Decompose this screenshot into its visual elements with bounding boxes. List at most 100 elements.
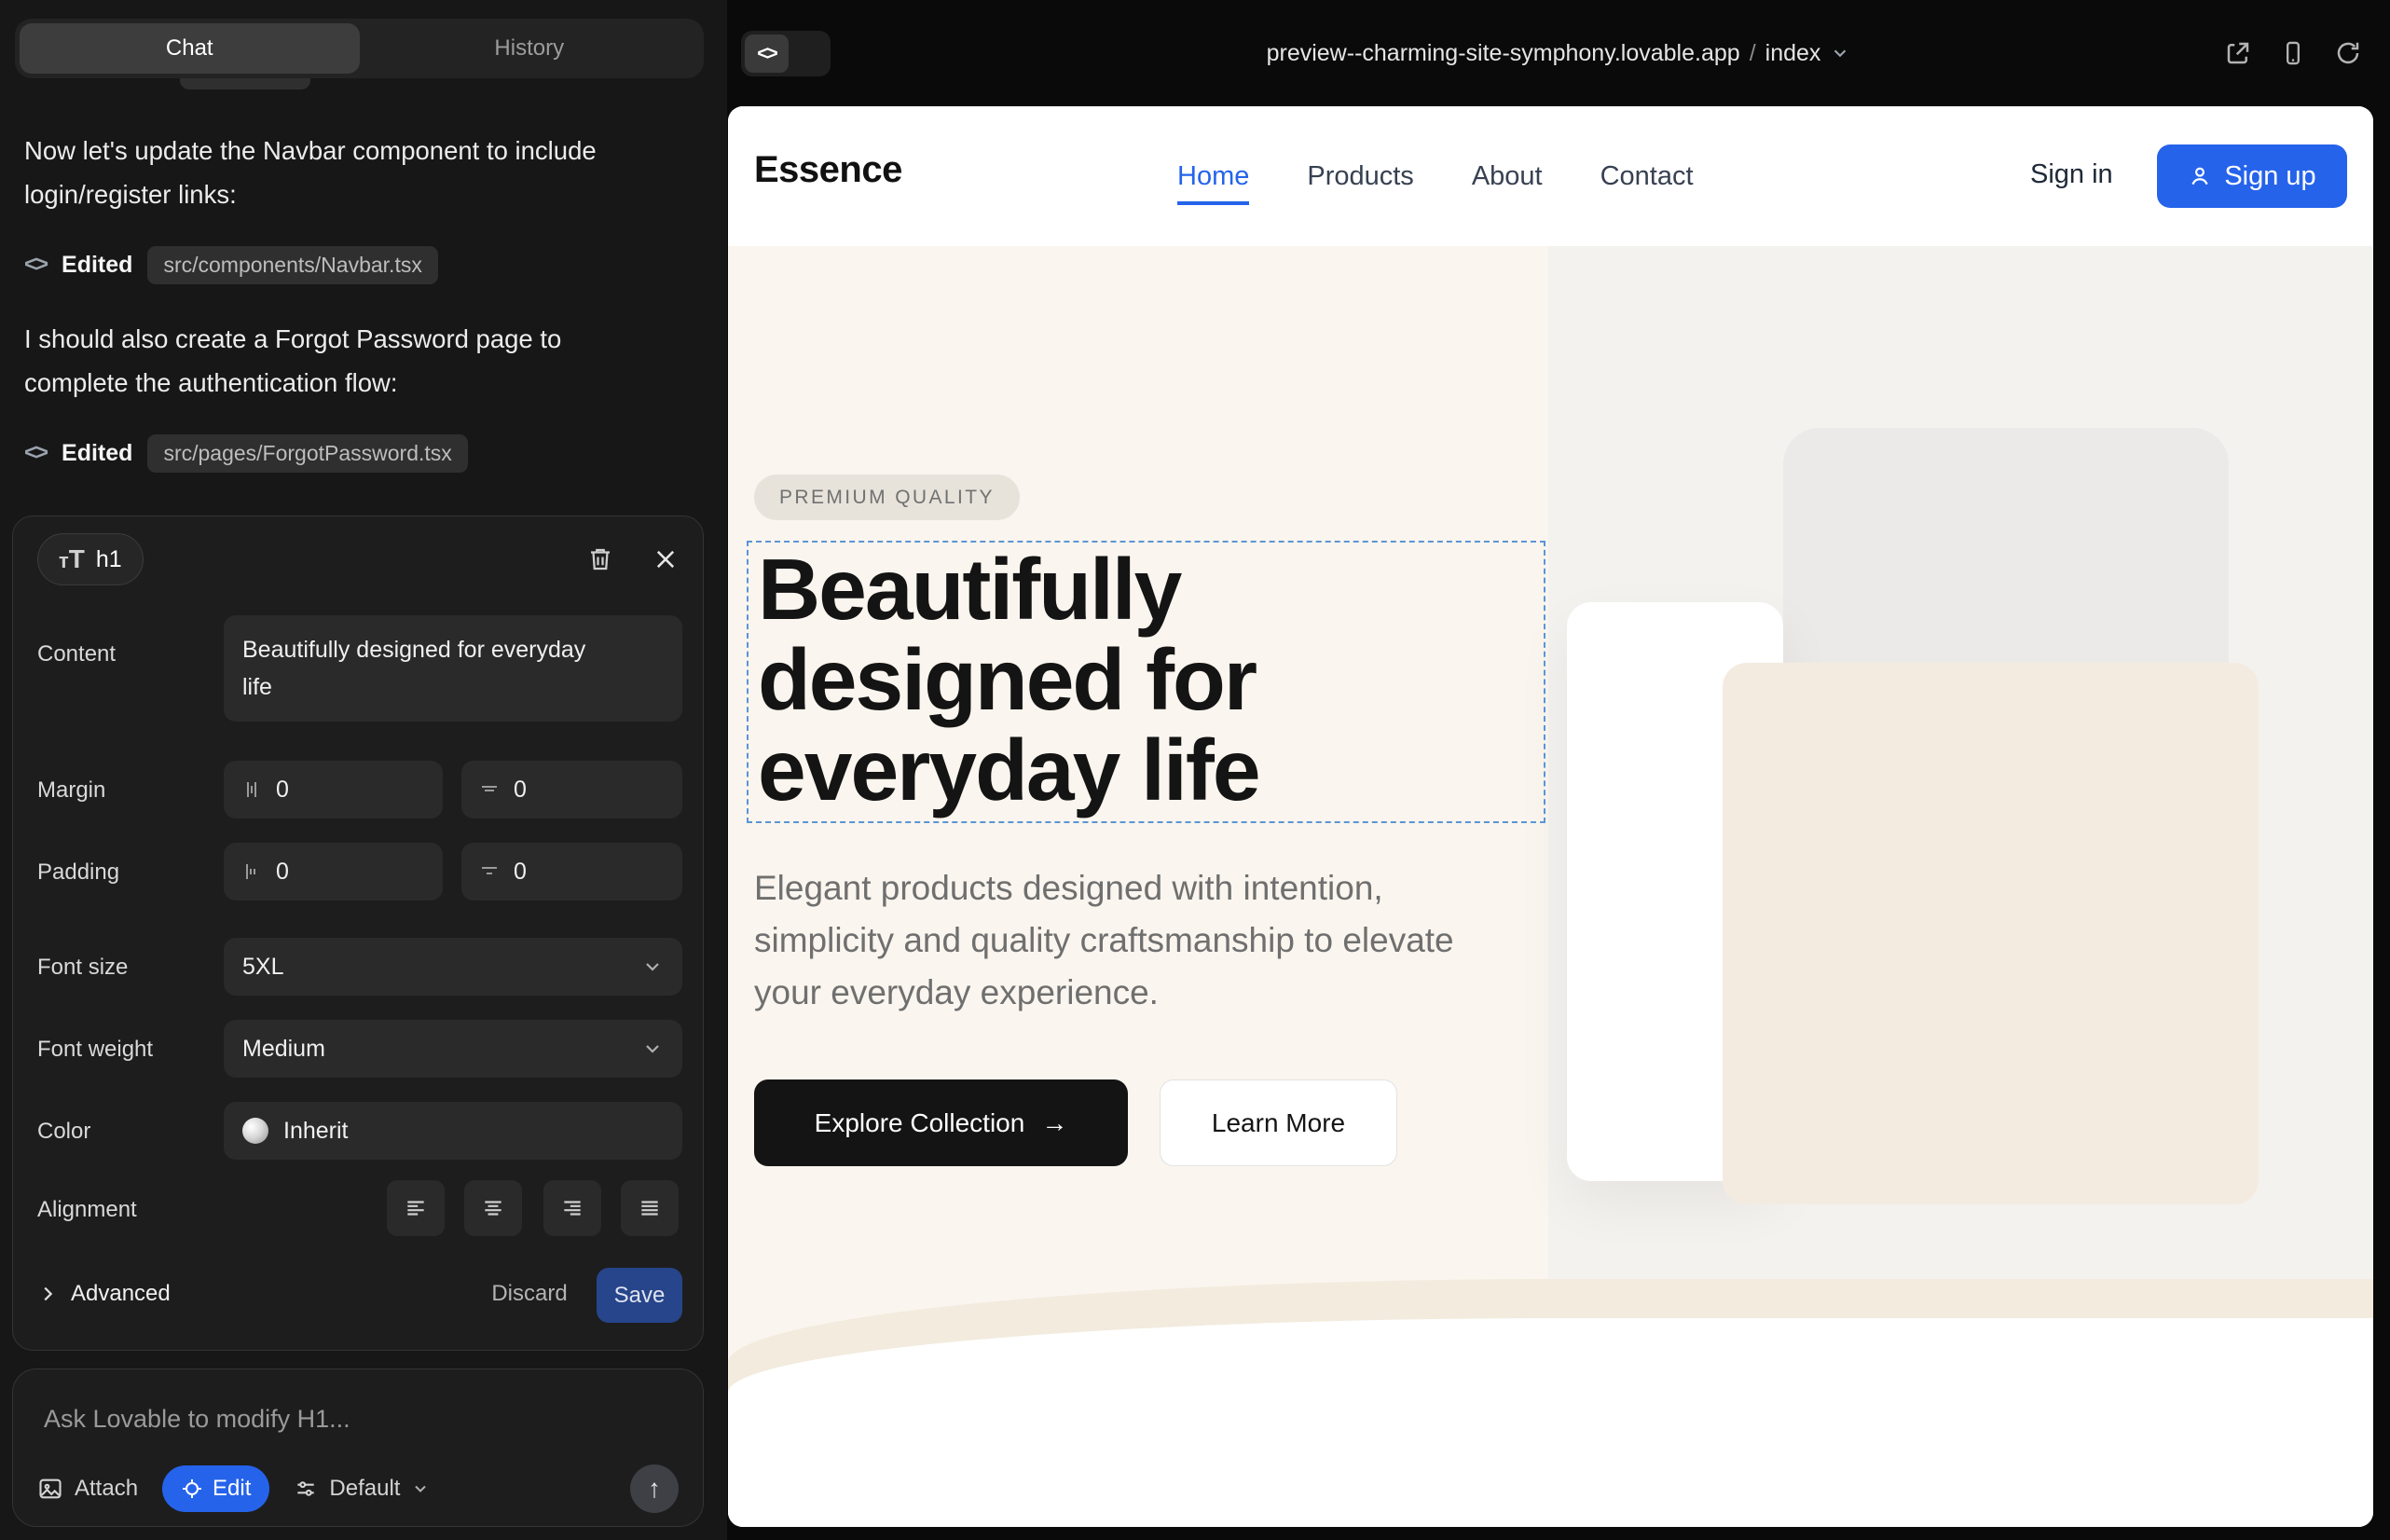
attach-button[interactable]: Attach <box>37 1476 138 1502</box>
color-select[interactable]: Inherit <box>224 1102 682 1160</box>
tab-chat[interactable]: Chat <box>20 23 360 74</box>
user-icon <box>2188 164 2212 188</box>
nav-item-products[interactable]: Products <box>1307 161 1413 192</box>
align-right-icon <box>560 1196 584 1220</box>
content-label: Content <box>37 641 116 667</box>
font-weight-label: Font weight <box>37 1037 153 1063</box>
edited-file-row: <> Edited src/components/Navbar.tsx <box>24 244 438 285</box>
margin-horizontal-icon <box>478 778 501 801</box>
close-editor-button[interactable] <box>647 541 684 578</box>
edited-file-row: <> Edited src/pages/ForgotPassword.tsx <box>24 433 468 474</box>
align-center-button[interactable] <box>464 1180 522 1236</box>
hero-subhead: Elegant products designed with intention… <box>754 862 1500 1019</box>
alignment-label: Alignment <box>37 1197 137 1223</box>
chevron-down-icon <box>641 1038 664 1060</box>
browser-bar: <> preview--charming-site-symphony.lovab… <box>727 0 2390 106</box>
nav-item-contact[interactable]: Contact <box>1600 161 1694 192</box>
align-center-icon <box>481 1196 505 1220</box>
mobile-view-icon[interactable] <box>2280 40 2306 66</box>
margin-vertical-value: 0 <box>276 777 289 804</box>
hero-section: PREMIUM QUALITY Beautifully designed for… <box>728 246 2373 1527</box>
file-badge[interactable]: src/components/Navbar.tsx <box>147 246 437 284</box>
align-justify-button[interactable] <box>621 1180 679 1236</box>
padding-vertical-value: 0 <box>276 859 289 886</box>
padding-horizontal-input[interactable]: 0 <box>461 843 682 901</box>
element-editor-panel: тT h1 Content Beautifully designed for e… <box>12 516 704 1351</box>
prompt-composer: Ask Lovable to modify H1... Attach Edit <box>12 1368 704 1527</box>
discard-button[interactable]: Discard <box>483 1281 576 1307</box>
trash-icon <box>586 545 614 573</box>
explore-collection-button[interactable]: Explore Collection → <box>754 1079 1128 1166</box>
close-icon <box>652 546 679 572</box>
content-value: Beautifully designed for everyday life <box>242 631 587 706</box>
browser-actions <box>2224 0 2362 106</box>
sign-up-label: Sign up <box>2224 161 2315 192</box>
margin-vertical-icon <box>240 778 263 801</box>
preview-url: preview--charming-site-symphony.lovable.… <box>1267 40 1740 67</box>
chevron-down-icon <box>411 1479 430 1498</box>
padding-label: Padding <box>37 859 119 886</box>
chat-message: I should also create a Forgot Password p… <box>24 317 602 405</box>
tab-history[interactable]: History <box>360 23 700 74</box>
chevron-right-icon <box>37 1284 58 1304</box>
url-bar[interactable]: preview--charming-site-symphony.lovable.… <box>727 0 2390 106</box>
font-size-value: 5XL <box>242 954 283 981</box>
nav-item-home[interactable]: Home <box>1177 161 1249 205</box>
preview-pane: <> preview--charming-site-symphony.lovab… <box>727 0 2390 1540</box>
save-button[interactable]: Save <box>597 1268 682 1323</box>
font-weight-select[interactable]: Medium <box>224 1020 682 1078</box>
hero-bottom-white <box>728 1318 2373 1527</box>
delete-element-button[interactable] <box>582 541 619 578</box>
margin-horizontal-value: 0 <box>514 777 527 804</box>
hero-headline[interactable]: Beautifully designed for everyday life <box>758 544 1541 816</box>
sign-in-link[interactable]: Sign in <box>2030 159 2113 190</box>
refresh-icon[interactable] <box>2334 39 2362 67</box>
align-right-button[interactable] <box>543 1180 601 1236</box>
edited-label: Edited <box>62 252 132 279</box>
image-icon <box>37 1476 63 1502</box>
composer-toolbar: Attach Edit Default ↑ <box>37 1464 679 1513</box>
nav-item-about[interactable]: About <box>1472 161 1543 192</box>
align-left-button[interactable] <box>387 1180 445 1236</box>
padding-vertical-icon <box>240 860 263 883</box>
padding-horizontal-icon <box>478 860 501 883</box>
site-navbar: Essence Home Products About Contact Sign… <box>728 106 2373 246</box>
model-default-button[interactable]: Default <box>294 1476 430 1502</box>
learn-more-button[interactable]: Learn More <box>1160 1079 1397 1166</box>
arrow-up-icon: ↑ <box>648 1474 661 1504</box>
font-weight-value: Medium <box>242 1036 325 1063</box>
advanced-toggle[interactable]: Advanced <box>37 1281 171 1307</box>
site-brand[interactable]: Essence <box>754 149 902 191</box>
file-badge[interactable]: src/pages/ForgotPassword.tsx <box>147 434 467 473</box>
color-swatch-icon <box>242 1118 268 1144</box>
content-input[interactable]: Beautifully designed for everyday life <box>224 615 682 722</box>
padding-horizontal-value: 0 <box>514 859 527 886</box>
quality-badge: PREMIUM QUALITY <box>754 474 1020 520</box>
margin-horizontal-input[interactable]: 0 <box>461 761 682 818</box>
site-preview: Essence Home Products About Contact Sign… <box>728 106 2373 1527</box>
site-nav-links: Home Products About Contact <box>1177 106 1694 246</box>
explore-label: Explore Collection <box>815 1108 1025 1138</box>
send-button[interactable]: ↑ <box>630 1464 679 1513</box>
padding-vertical-input[interactable]: 0 <box>224 843 443 901</box>
font-size-select[interactable]: 5XL <box>224 938 682 996</box>
font-size-label: Font size <box>37 955 128 981</box>
chevron-down-icon <box>641 956 664 978</box>
sliders-icon <box>294 1477 318 1501</box>
chat-history-tabs: Chat History <box>15 19 704 78</box>
preview-page: index <box>1765 40 1821 67</box>
chat-message: Now let's update the Navbar component to… <box>24 129 602 216</box>
sign-up-button[interactable]: Sign up <box>2157 144 2347 208</box>
element-tag-pill[interactable]: тT h1 <box>37 533 144 585</box>
edit-mode-button[interactable]: Edit <box>162 1465 269 1512</box>
margin-vertical-input[interactable]: 0 <box>224 761 443 818</box>
code-icon: <> <box>24 440 47 466</box>
align-left-icon <box>404 1196 428 1220</box>
chat-panel: Chat History Now let's update the Navbar… <box>0 0 727 1540</box>
open-external-icon[interactable] <box>2224 39 2252 67</box>
url-separator: / <box>1750 40 1756 67</box>
color-value: Inherit <box>283 1118 348 1145</box>
code-icon: <> <box>24 252 47 278</box>
decor-shape-cream <box>1723 663 2259 1204</box>
composer-input[interactable]: Ask Lovable to modify H1... <box>44 1405 350 1434</box>
